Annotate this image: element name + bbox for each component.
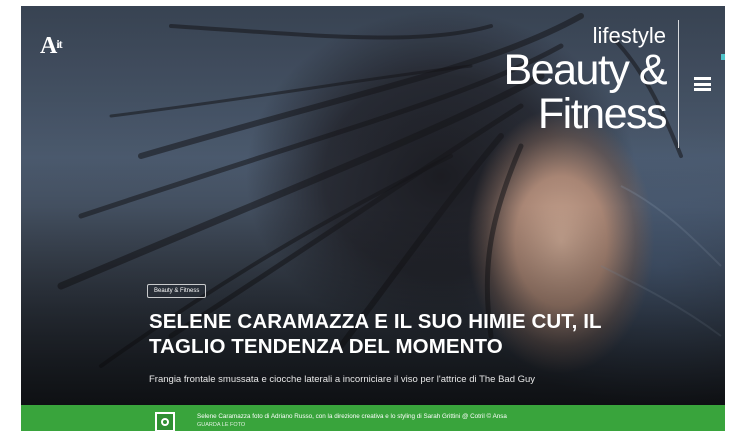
- article-title-line2: TAGLIO TENDENZA DEL MOMENTO: [149, 335, 503, 358]
- logo-main: A: [40, 33, 57, 59]
- view-photos-link[interactable]: GUARDA LE FOTO: [197, 422, 245, 428]
- header-divider: [678, 20, 679, 148]
- camera-icon[interactable]: [155, 412, 175, 431]
- section-title-line1: Beauty &: [503, 46, 668, 94]
- category-tag[interactable]: Beauty & Fitness: [147, 284, 207, 298]
- hamburger-menu-icon[interactable]: [694, 77, 711, 91]
- article-hero-page: Ait lifestyle Beauty & Fitness Beauty & …: [21, 6, 725, 431]
- photo-credit-text: Selene Caramazza foto di Adriano Russo, …: [197, 413, 507, 420]
- photo-credit-bar: Selene Caramazza foto di Adriano Russo, …: [21, 405, 725, 431]
- section-title[interactable]: Beauty & Fitness: [461, 46, 668, 138]
- article-title[interactable]: SELENE CARAMAZZA E IL SUO HIMIE CUT, IL …: [149, 309, 669, 359]
- logo-suffix: it: [56, 37, 62, 51]
- article-title-line1: SELENE CARAMAZZA E IL SUO HIMIE CUT, IL: [149, 310, 602, 333]
- side-indicator: [721, 54, 725, 60]
- section-title-line2: Fitness: [537, 90, 668, 138]
- article-subtitle: Frangia frontale smussata e ciocche late…: [149, 374, 536, 385]
- site-logo[interactable]: Ait: [40, 33, 63, 60]
